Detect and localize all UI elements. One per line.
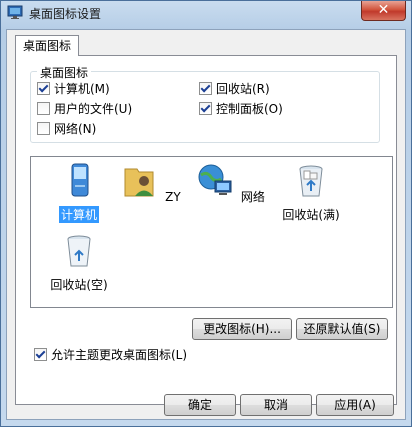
ok-button[interactable]: 确定	[164, 394, 236, 416]
desktop-icons-group: 桌面图标 计算机(M) 回收站(R) 用户的文件(U) 控制面板(O) 网络(N…	[30, 64, 380, 143]
checkbox-box[interactable]	[34, 347, 47, 361]
checkbox-box[interactable]	[199, 101, 212, 115]
computer-icon	[71, 163, 89, 197]
list-item[interactable]: 回收站(满)	[271, 161, 351, 223]
network-icon	[198, 164, 232, 195]
list-item[interactable]: ZY	[111, 161, 191, 204]
checkbox-box[interactable]	[37, 101, 50, 115]
close-button[interactable]: ✕	[361, 1, 406, 21]
tab-page: 桌面图标 计算机(M) 回收站(R) 用户的文件(U) 控制面板(O) 网络(N…	[15, 55, 397, 405]
tab-desktop-icons[interactable]: 桌面图标	[15, 35, 79, 56]
icon-label: 回收站(满)	[282, 208, 340, 222]
icon-label: ZY	[165, 190, 181, 204]
recycle-bin-empty-icon	[67, 235, 91, 267]
title-bar[interactable]: 桌面图标设置 ✕	[1, 1, 411, 23]
checkbox-recycle-bin[interactable]: 回收站(R)	[199, 80, 270, 96]
checkbox-label: 计算机(M)	[54, 81, 110, 96]
checkbox-box[interactable]	[37, 81, 50, 95]
window-title: 桌面图标设置	[29, 7, 102, 21]
group-title: 桌面图标	[37, 64, 92, 81]
checkbox-label: 允许主题更改桌面图标(L)	[51, 347, 188, 362]
checkbox-computer[interactable]: 计算机(M)	[37, 80, 110, 96]
list-item[interactable]: 网络	[191, 161, 271, 205]
cancel-button[interactable]: 取消	[240, 394, 312, 416]
checkbox-box[interactable]	[199, 81, 212, 95]
checkbox-label: 回收站(R)	[216, 81, 270, 96]
icon-label: 计算机	[58, 206, 99, 223]
checkbox-user-files[interactable]: 用户的文件(U)	[37, 100, 132, 116]
list-item[interactable]: 计算机	[39, 161, 119, 223]
change-icon-button[interactable]: 更改图标(H)...	[192, 318, 292, 340]
checkbox-label: 控制面板(O)	[216, 101, 283, 116]
apply-button[interactable]: 应用(A)	[316, 394, 394, 416]
user-folder-icon	[124, 168, 154, 197]
checkbox-network[interactable]: 网络(N)	[37, 120, 96, 136]
desktop-icon-settings-window: 桌面图标设置 ✕ 桌面图标 桌面图标 计算机(M) 回收站(R) 用户的文件(U…	[0, 0, 412, 427]
dialog-client: 桌面图标 桌面图标 计算机(M) 回收站(R) 用户的文件(U) 控制面板(O)…	[6, 29, 406, 420]
icon-label: 回收站(空)	[50, 278, 108, 292]
restore-default-button[interactable]: 还原默认值(S)	[296, 318, 388, 340]
icon-label: 网络	[240, 190, 265, 204]
checkbox-label: 网络(N)	[54, 121, 97, 136]
checkbox-allow-themes[interactable]: 允许主题更改桌面图标(L)	[34, 346, 187, 362]
desktop-settings-icon	[7, 5, 23, 19]
checkbox-control-panel[interactable]: 控制面板(O)	[199, 100, 283, 116]
icon-list[interactable]: 计算机 ZY 网络 回收站(满) 回收站(空)	[30, 156, 393, 308]
checkbox-label: 用户的文件(U)	[54, 101, 133, 116]
checkbox-box[interactable]	[37, 121, 50, 135]
list-item[interactable]: 回收站(空)	[39, 231, 119, 293]
recycle-bin-full-icon	[299, 165, 323, 197]
